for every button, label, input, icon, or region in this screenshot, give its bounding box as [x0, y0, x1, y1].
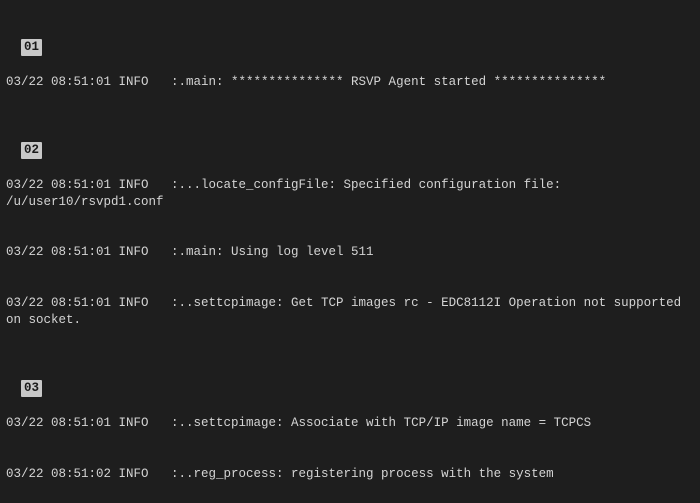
section-marker: 02 — [21, 142, 42, 159]
log-line: 03/22 08:51:01 INFO :..settcpimage: Asso… — [6, 415, 694, 432]
section-marker: 01 — [21, 39, 42, 56]
log-line: 03/22 08:51:01 INFO :...locate_configFil… — [6, 177, 694, 211]
log-output: 01 03/22 08:51:01 INFO :.main: *********… — [0, 0, 700, 503]
log-line: 03/22 08:51:01 INFO :..settcpimage: Get … — [6, 295, 694, 329]
log-line: 03/22 08:51:01 INFO :.main: Using log le… — [6, 244, 694, 261]
log-line: 03/22 08:51:02 INFO :..reg_process: regi… — [6, 466, 694, 483]
section-marker: 03 — [21, 380, 42, 397]
log-line: 03/22 08:51:01 INFO :.main: ************… — [6, 74, 694, 91]
